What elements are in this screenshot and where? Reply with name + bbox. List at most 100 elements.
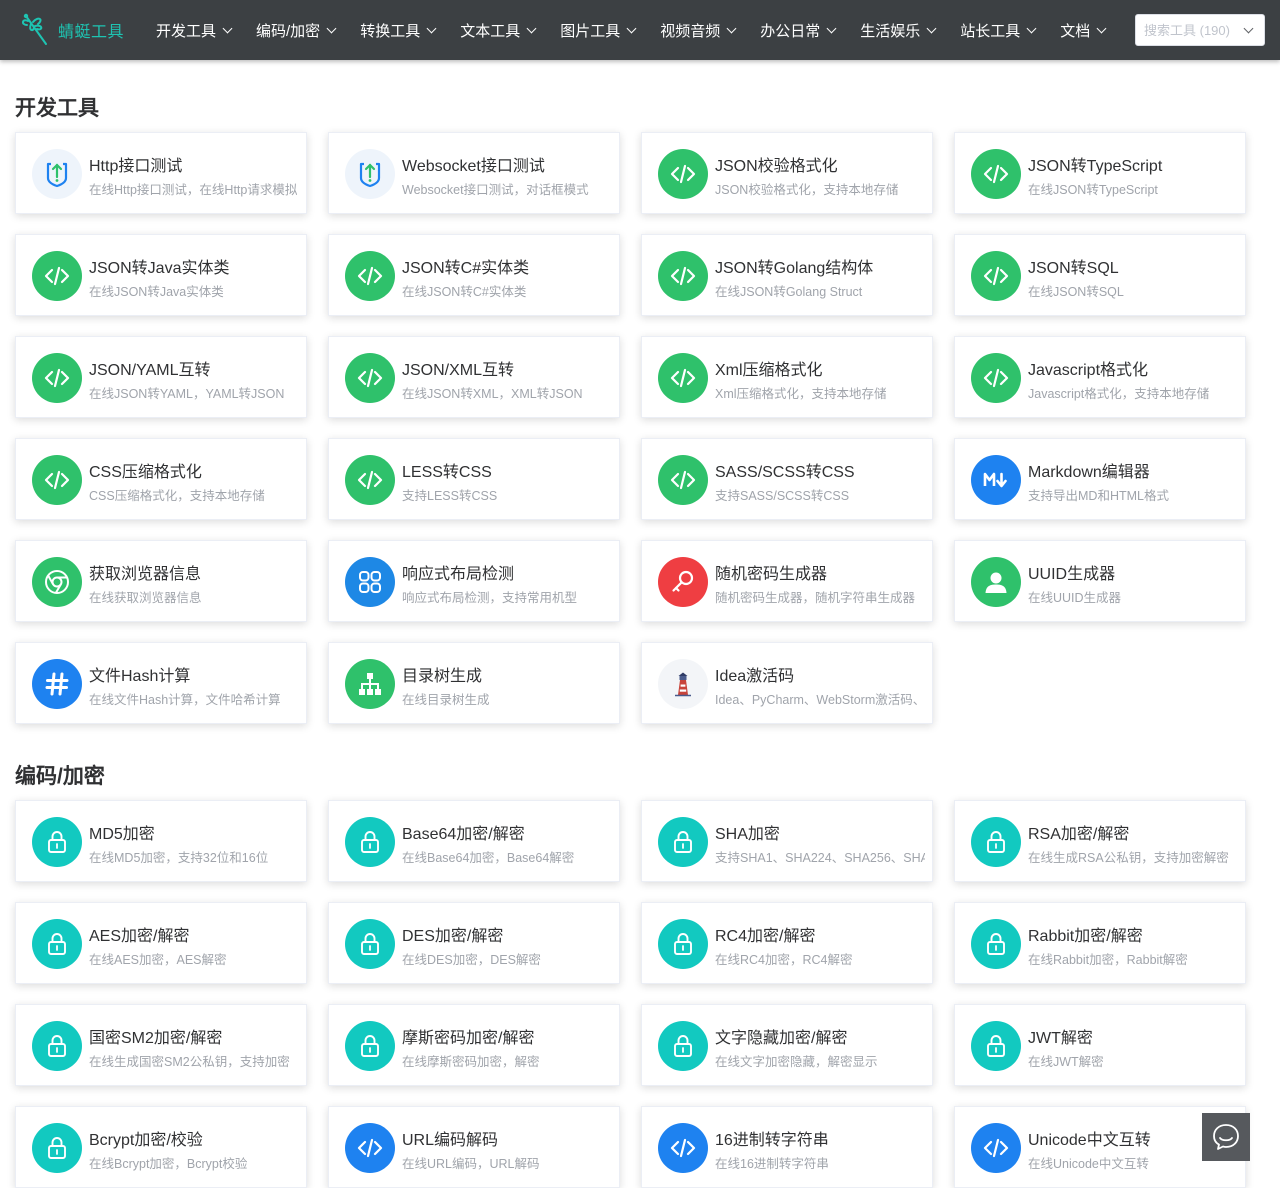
tool-title: 目录树生成: [402, 668, 483, 685]
tool-description: Javascript格式化，支持本地存储: [1028, 387, 1210, 401]
tool-description: 支持导出MD和HTML格式: [1028, 489, 1169, 503]
tool-card[interactable]: 16进制转字符串 在线16进制转字符串: [641, 1106, 933, 1188]
tool-card[interactable]: JSON转SQL 在线JSON转SQL: [954, 234, 1246, 316]
tool-description: 响应式布局检测，支持常用机型: [402, 591, 578, 605]
nav-item-webmaster[interactable]: 站长工具: [952, 0, 1043, 60]
tool-card[interactable]: 随机密码生成器 随机密码生成器，随机字符串生成器: [641, 540, 933, 622]
nav-item-convert[interactable]: 转换工具: [352, 0, 443, 60]
tool-description: Xml压缩格式化，支持本地存储: [715, 387, 887, 401]
code-icon: [658, 149, 708, 199]
tool-card[interactable]: JSON/XML互转 在线JSON转XML，XML转JSON: [328, 336, 620, 418]
tool-title: Idea激活码: [715, 668, 795, 685]
tool-card[interactable]: Javascript格式化 Javascript格式化，支持本地存储: [954, 336, 1246, 418]
lock-icon: [32, 919, 82, 969]
tool-description: JSON校验格式化，支持本地存储: [715, 183, 899, 197]
tool-description: 在线摩斯密码加密，解密: [402, 1055, 540, 1069]
tool-card[interactable]: JSON转TypeScript 在线JSON转TypeScript: [954, 132, 1246, 214]
tool-card[interactable]: JWT解密 在线JWT解密: [954, 1004, 1246, 1086]
tool-description: 在线文件Hash计算，文件哈希计算: [89, 693, 281, 707]
code-icon: [345, 455, 395, 505]
site-logo[interactable]: 蜻蜓工具: [18, 10, 124, 50]
lock-icon: [32, 1123, 82, 1173]
tool-card[interactable]: MD5加密 在线MD5加密，支持32位和16位: [15, 800, 307, 882]
lock-icon: [32, 1021, 82, 1071]
nav-item-dev-tools[interactable]: 开发工具: [148, 0, 239, 60]
tool-description: 在线获取浏览器信息: [89, 591, 202, 605]
nav-item-image[interactable]: 图片工具: [552, 0, 643, 60]
upload-shield-icon: [32, 149, 82, 199]
tool-title: JWT解密: [1028, 1030, 1093, 1047]
tool-card[interactable]: 获取浏览器信息 在线获取浏览器信息: [15, 540, 307, 622]
tool-title: UUID生成器: [1028, 566, 1116, 583]
tool-card[interactable]: Xml压缩格式化 Xml压缩格式化，支持本地存储: [641, 336, 933, 418]
search-input[interactable]: [1136, 15, 1244, 45]
tool-description: 在线JSON转YAML，YAML转JSON: [89, 387, 285, 401]
tool-card[interactable]: 文件Hash计算 在线文件Hash计算，文件哈希计算: [15, 642, 307, 724]
nav-item-life[interactable]: 生活娱乐: [852, 0, 943, 60]
nav-label: 视频音频: [660, 22, 721, 40]
nav-item-text[interactable]: 文本工具: [452, 0, 543, 60]
tool-description: 在线JSON转C#实体类: [402, 285, 527, 299]
tool-search-select[interactable]: [1135, 14, 1265, 46]
tool-card[interactable]: RSA加密/解密 在线生成RSA公私钥，支持加密解密: [954, 800, 1246, 882]
tool-card[interactable]: 文字隐藏加密/解密 在线文字加密隐藏，解密显示: [641, 1004, 933, 1086]
chat-button[interactable]: [1202, 1113, 1250, 1161]
tool-card[interactable]: JSON校验格式化 JSON校验格式化，支持本地存储: [641, 132, 933, 214]
chevron-down-icon[interactable]: [1243, 23, 1254, 34]
tool-card[interactable]: DES加密/解密 在线DES加密，DES解密: [328, 902, 620, 984]
code-icon: [971, 353, 1021, 403]
tool-description: 在线JSON转TypeScript: [1028, 183, 1158, 197]
top-navbar: 蜻蜓工具 开发工具 编码/加密 转换工具 文本工具 图片工具 视频音频 办公日常…: [0, 0, 1280, 60]
nav-label: 站长工具: [960, 22, 1021, 40]
tool-card[interactable]: Idea激活码 Idea、PyCharm、WebStorm激活码、: [641, 642, 933, 724]
tool-card[interactable]: AES加密/解密 在线AES加密，AES解密: [15, 902, 307, 984]
tool-card[interactable]: LESS转CSS 支持LESS转CSS: [328, 438, 620, 520]
tool-card[interactable]: Rabbit加密/解密 在线Rabbit加密，Rabbit解密: [954, 902, 1246, 984]
tool-card[interactable]: 摩斯密码加密/解密 在线摩斯密码加密，解密: [328, 1004, 620, 1086]
tool-title: JSON/YAML互转: [89, 362, 211, 379]
tool-description: Websocket接口测试，对话框模式: [402, 183, 589, 197]
nav-item-office[interactable]: 办公日常: [752, 0, 843, 60]
chevron-down-icon: [1026, 23, 1037, 33]
tool-title: SHA加密: [715, 826, 780, 843]
tool-card[interactable]: Http接口测试 在线Http接口测试，在线Http请求模拟: [15, 132, 307, 214]
tool-description: Idea、PyCharm、WebStorm激活码、: [715, 693, 925, 707]
nav-item-docs[interactable]: 文档: [1052, 0, 1113, 60]
tool-description: 在线JSON转Golang Struct: [715, 285, 863, 299]
tool-title: Bcrypt加密/校验: [89, 1132, 203, 1149]
nav-label: 生活娱乐: [860, 22, 921, 40]
nav-item-media[interactable]: 视频音频: [652, 0, 743, 60]
tool-card[interactable]: CSS压缩格式化 CSS压缩格式化，支持本地存储: [15, 438, 307, 520]
tool-title: Http接口测试: [89, 158, 183, 175]
nav-label: 编码/加密: [256, 22, 321, 40]
section-title-dev-tools: 开发工具: [15, 97, 99, 120]
tool-card[interactable]: JSON/YAML互转在线JSON转YAML，YAML转JSON: [15, 336, 307, 418]
tool-card[interactable]: 目录树生成 在线目录树生成: [328, 642, 620, 724]
tool-card[interactable]: 响应式布局检测 响应式布局检测，支持常用机型: [328, 540, 620, 622]
tool-card[interactable]: JSON转Java实体类 在线JSON转Java实体类: [15, 234, 307, 316]
section-title-encode: 编码/加密: [15, 765, 105, 788]
tool-card[interactable]: Bcrypt加密/校验 在线Bcrypt加密，Bcrypt校验: [15, 1106, 307, 1188]
tool-card[interactable]: SHA加密 支持SHA1、SHA224、SHA256、SHA: [641, 800, 933, 882]
layout-grid-icon: [345, 557, 395, 607]
tool-title: SASS/SCSS转CSS: [715, 464, 855, 481]
tool-title: JSON转C#实体类: [402, 260, 530, 277]
chevron-down-icon: [726, 23, 737, 33]
tool-description: 支持LESS转CSS: [402, 489, 498, 503]
code-icon: [971, 251, 1021, 301]
tool-card[interactable]: Websocket接口测试 Websocket接口测试，对话框模式: [328, 132, 620, 214]
tool-card[interactable]: URL编码解码 在线URL编码，URL解码: [328, 1106, 620, 1188]
tool-description: 在线JSON转SQL: [1028, 285, 1124, 299]
tool-card[interactable]: RC4加密/解密 在线RC4加密，RC4解密: [641, 902, 933, 984]
tool-card[interactable]: Markdown编辑器 支持导出MD和HTML格式: [954, 438, 1246, 520]
tool-card[interactable]: SASS/SCSS转CSS 支持SASS/SCSS转CSS: [641, 438, 933, 520]
tool-card[interactable]: UUID生成器 在线UUID生成器: [954, 540, 1246, 622]
tool-card[interactable]: JSON转C#实体类 在线JSON转C#实体类: [328, 234, 620, 316]
tool-title: 文字隐藏加密/解密: [715, 1030, 848, 1047]
nav-item-encode[interactable]: 编码/加密: [248, 0, 343, 60]
nav-label: 文档: [1060, 22, 1091, 40]
tool-card[interactable]: Base64加密/解密 在线Base64加密，Base64解密: [328, 800, 620, 882]
tool-title: Rabbit加密/解密: [1028, 928, 1143, 945]
tool-card[interactable]: 国密SM2加密/解密 在线生成国密SM2公私钥，支持加密: [15, 1004, 307, 1086]
tool-card[interactable]: JSON转Golang结构体 在线JSON转Golang Struct: [641, 234, 933, 316]
